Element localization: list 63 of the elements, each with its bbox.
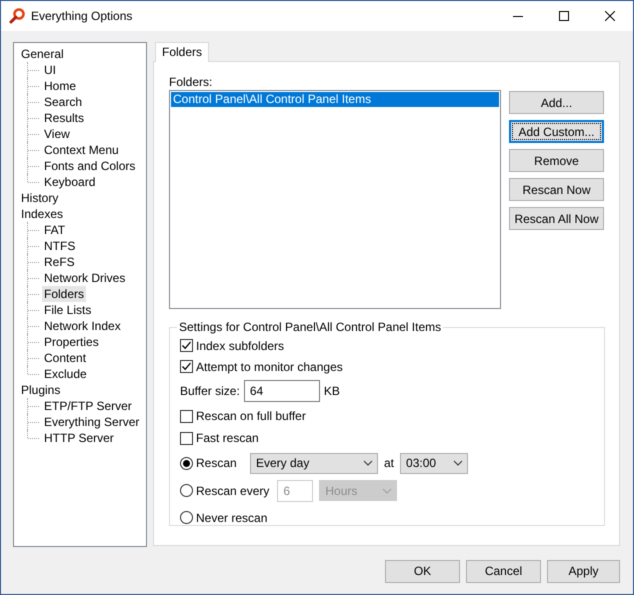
checkbox-label: Fast rescan	[196, 431, 259, 445]
action-button[interactable]: Rescan Now	[509, 178, 604, 201]
tree-item[interactable]: Network Drives	[42, 270, 128, 286]
dialog-button[interactable]: OK	[385, 560, 460, 582]
tree-item[interactable]: General	[19, 46, 66, 62]
tree-item[interactable]: View	[42, 126, 72, 142]
checkbox-label: Rescan on full buffer	[196, 409, 306, 423]
tree-item[interactable]: Indexes	[19, 206, 66, 222]
group-title: Settings for Control Panel\All Control Panel Items	[178, 320, 442, 334]
checkbox-label: Index subfolders	[196, 338, 284, 352]
magnifier-icon	[9, 8, 25, 24]
tree-item[interactable]: NTFS	[42, 238, 78, 254]
maximize-icon	[559, 11, 569, 21]
tree-item[interactable]: ETP/FTP Server	[42, 398, 134, 414]
window-title: Everything Options	[31, 9, 134, 23]
buffer-size-field[interactable]: 64	[244, 380, 320, 402]
tab[interactable]: Folders	[155, 42, 210, 62]
tree-item[interactable]: Network Index	[42, 318, 123, 334]
frequency-dropdown[interactable]: Every day	[250, 452, 378, 474]
checkbox[interactable]	[180, 360, 193, 373]
tree-item[interactable]: Results	[42, 110, 86, 126]
tree-item[interactable]: UI	[42, 62, 58, 78]
tree-item[interactable]: Context Menu	[42, 142, 121, 158]
close-icon	[605, 11, 615, 21]
caret-icon	[453, 460, 464, 466]
checkbox[interactable]	[180, 410, 193, 422]
radio-button[interactable]	[180, 511, 193, 524]
checkbox[interactable]	[180, 339, 193, 352]
radio-label: Rescan every	[196, 484, 270, 498]
tree-item[interactable]: Plugins	[19, 382, 62, 398]
action-button[interactable]: Add...	[509, 91, 604, 114]
action-button[interactable]: Remove	[509, 149, 604, 172]
unit-label: KB	[324, 384, 340, 398]
tree-item[interactable]: File Lists	[42, 302, 94, 318]
tree-item[interactable]: FAT	[42, 222, 68, 238]
tree-item[interactable]: HTTP Server	[42, 430, 116, 446]
tree-item[interactable]: Keyboard	[42, 174, 98, 190]
tree-item[interactable]: Home	[42, 78, 78, 94]
caret-icon	[382, 488, 392, 494]
field-label: Buffer size:	[180, 384, 240, 398]
tree-item[interactable]: Everything Server	[42, 414, 142, 430]
dialog-button[interactable]: Cancel	[466, 560, 541, 582]
dialog-button[interactable]: Apply	[547, 560, 620, 582]
tree-item[interactable]: Search	[42, 94, 84, 110]
tree-item[interactable]: Exclude	[42, 366, 89, 382]
radio-label: Never rescan	[196, 510, 268, 524]
caret-icon	[363, 460, 373, 466]
tree-item[interactable]: Fonts and Colors	[42, 158, 138, 174]
tree-item[interactable]: Properties	[42, 334, 101, 350]
radio-label: Rescan	[196, 456, 238, 470]
checkbox[interactable]	[180, 432, 193, 444]
tree-item[interactable]: Folders	[42, 286, 86, 302]
folders-label: Folders:	[169, 75, 214, 89]
tree-item[interactable]: ReFS	[42, 254, 77, 270]
tree-item[interactable]: Content	[42, 350, 88, 366]
at-label: at	[384, 456, 394, 470]
radio-button[interactable]	[180, 456, 193, 470]
folder-list-item[interactable]: Control Panel\All Control Panel Items	[171, 92, 499, 107]
action-button[interactable]: Add Custom...	[509, 120, 604, 143]
time-dropdown[interactable]: 03:00	[400, 452, 468, 474]
tree-item[interactable]: History	[19, 190, 60, 206]
checkbox-label: Attempt to monitor changes	[196, 360, 343, 374]
action-button[interactable]: Rescan All Now	[509, 207, 604, 230]
